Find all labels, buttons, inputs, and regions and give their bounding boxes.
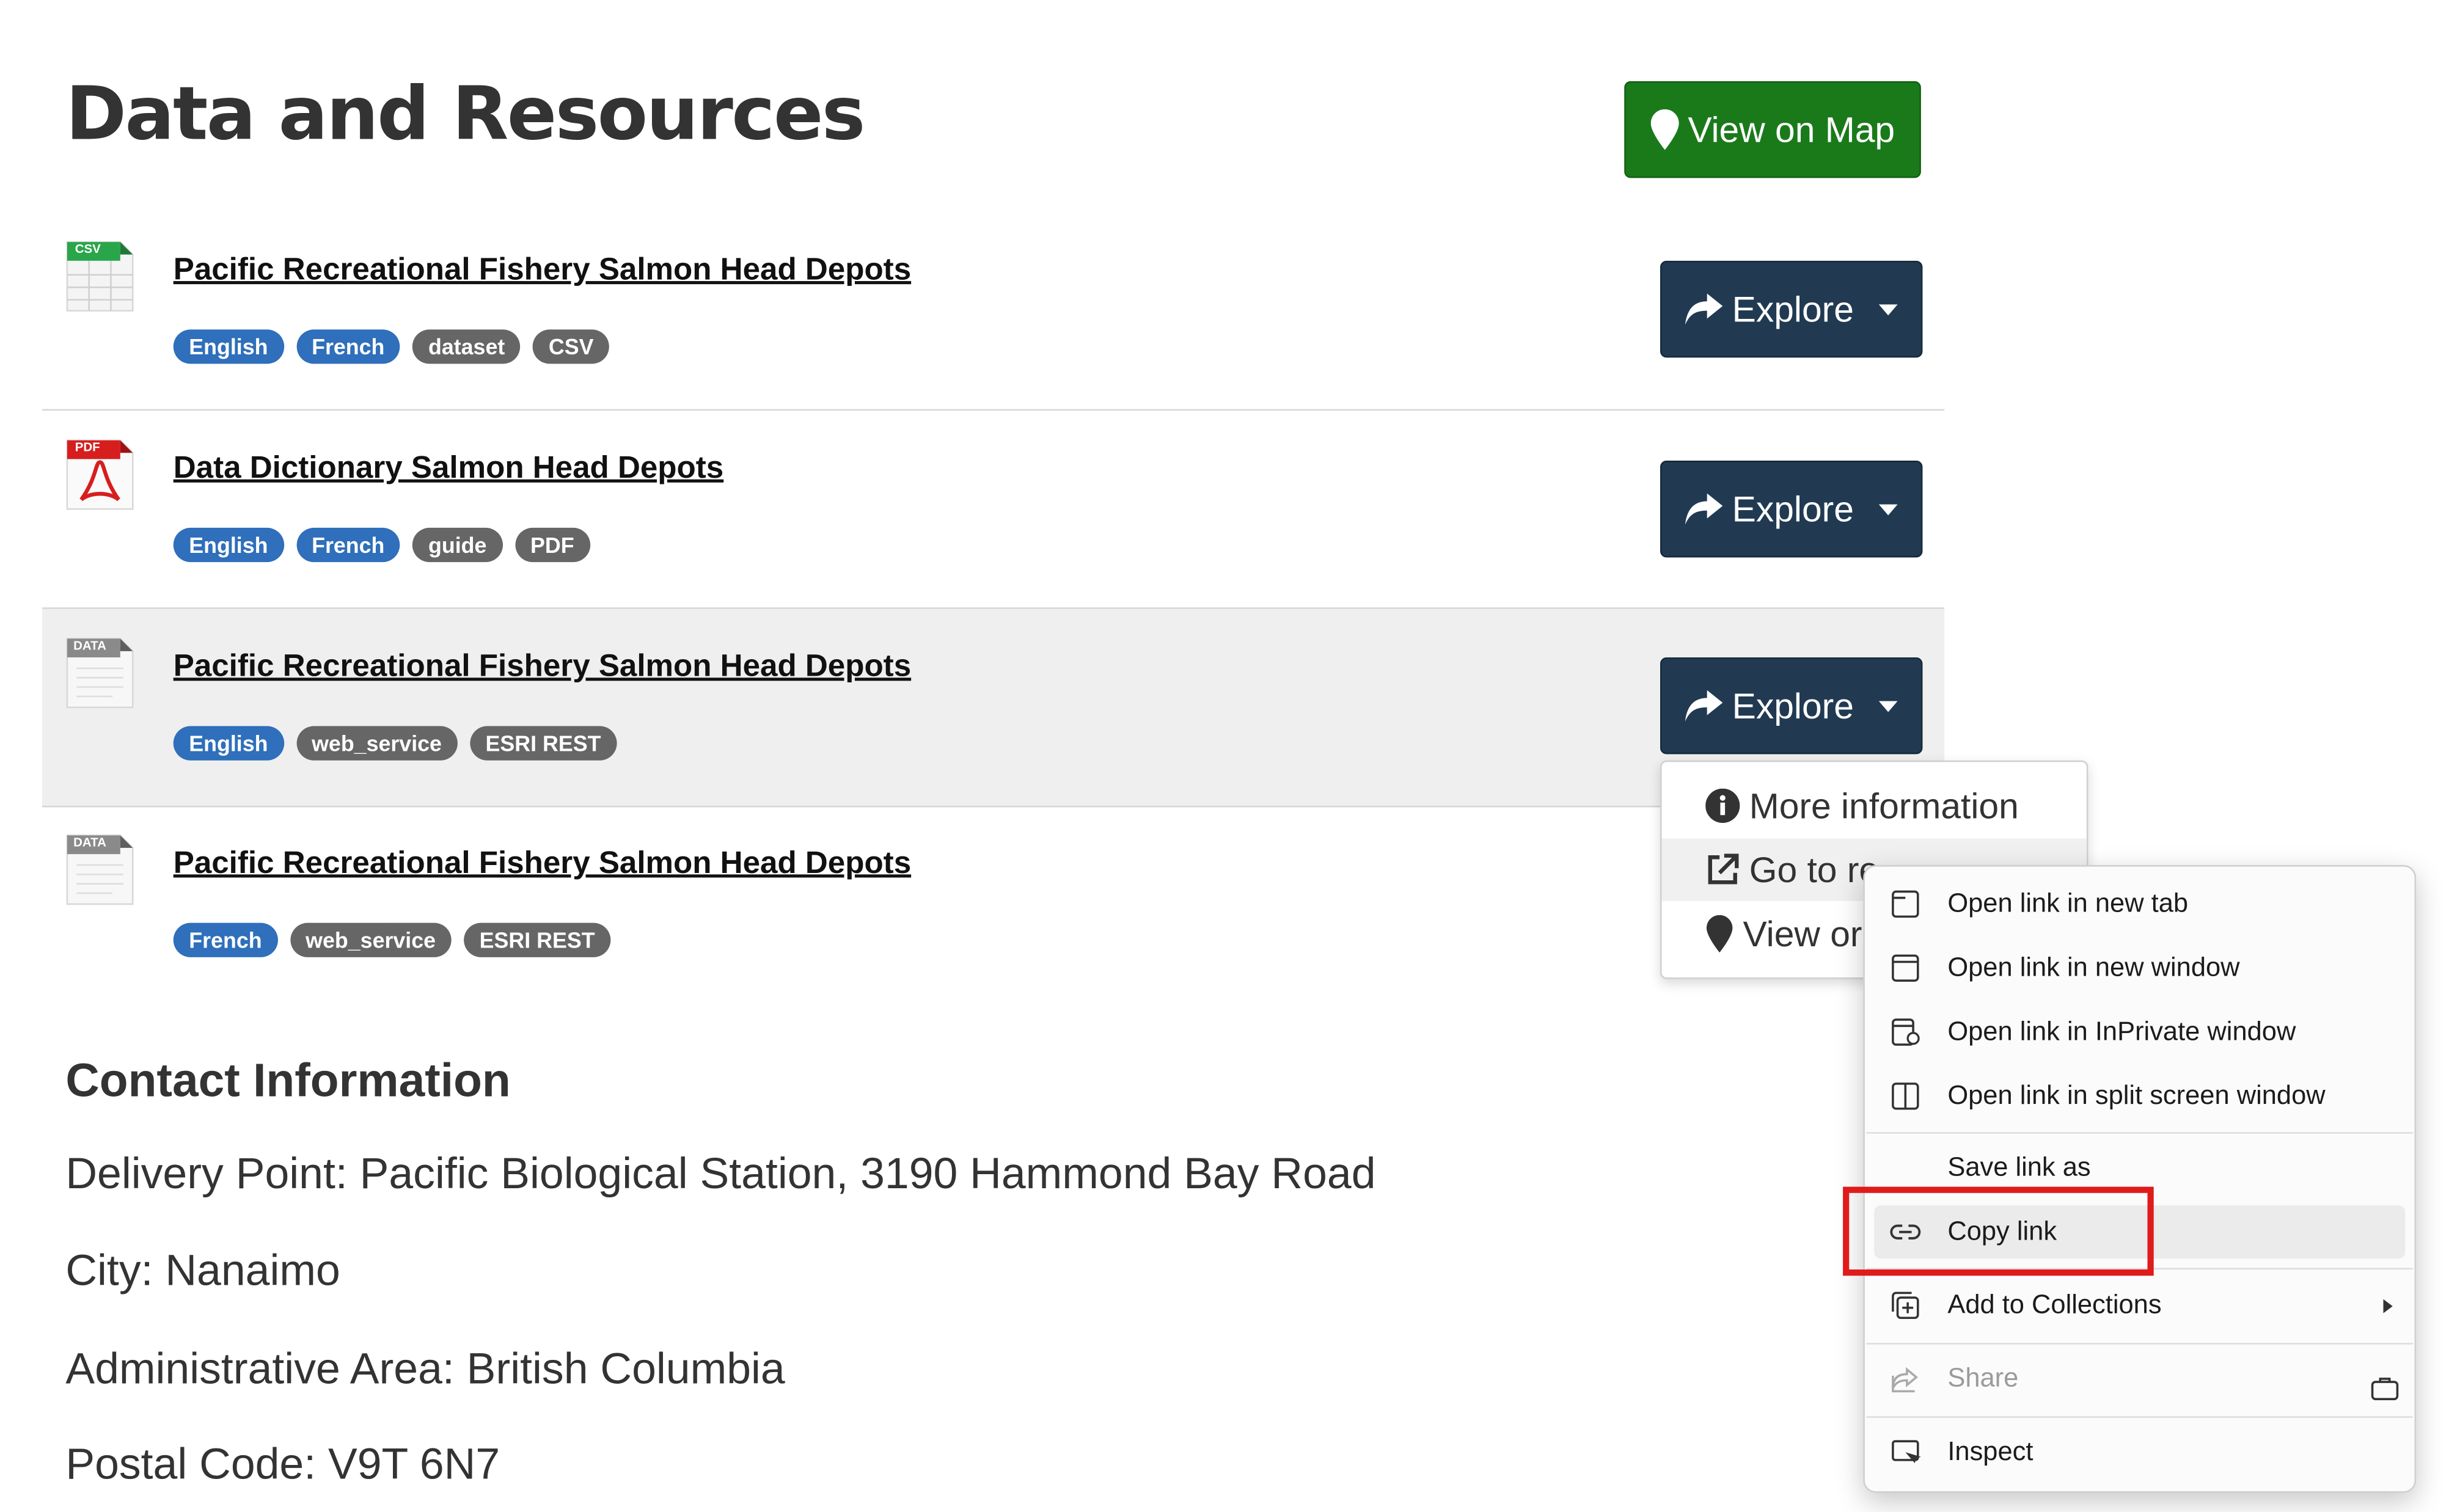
resource-link[interactable]: Pacific Recreational Fishery Salmon Head… (174, 846, 911, 882)
share-arrow-icon (1685, 493, 1723, 525)
badge-group: French web_service ESRI REST (173, 922, 611, 957)
data-file-icon: DATA (65, 834, 134, 906)
collections-icon (1892, 1291, 1919, 1320)
ctx-label: Add to Collections (1947, 1290, 2162, 1320)
badge-french: French (173, 922, 278, 957)
resource-item: PDF Data Dictionary Salmon Head Depots E… (42, 411, 1945, 609)
administrative-area: Administrative Area: British Columbia (65, 1344, 785, 1393)
ctx-label: Open link in split screen window (1947, 1080, 2326, 1111)
share-arrow-icon (1685, 690, 1723, 721)
map-marker-icon (1706, 915, 1733, 953)
ctx-open-new-tab[interactable]: Open link in new tab (1874, 877, 2405, 930)
ctx-label: Save link as (1947, 1152, 2091, 1182)
inspect-icon (1892, 1440, 1921, 1463)
badge-format: ESRI REST (469, 726, 617, 761)
share-icon (1892, 1367, 1919, 1393)
page-title: Data and Resources (65, 71, 865, 158)
page: Data and Resources View on Map CSV Pacif… (0, 0, 2449, 1511)
badge-type: dataset (412, 329, 521, 364)
badge-type: web_service (296, 726, 458, 761)
menu-item-label: View or (1743, 912, 1862, 954)
ctx-share: Share (1874, 1352, 2405, 1405)
caret-down-icon (1878, 700, 1898, 712)
pdf-icon-label: PDF (75, 440, 100, 455)
ctx-open-split-screen[interactable]: Open link in split screen window (1874, 1070, 2405, 1123)
pdf-file-icon: PDF (65, 439, 134, 511)
badge-english: English (173, 726, 284, 761)
explore-button[interactable]: Explore (1660, 260, 1923, 358)
view-on-map-button[interactable]: View on Map (1624, 81, 1921, 178)
ctx-label: Open link in InPrivate window (1947, 1016, 2296, 1046)
badge-french: French (296, 329, 400, 364)
info-circle-icon (1705, 788, 1740, 824)
ctx-divider (1866, 1416, 2414, 1418)
badge-english: English (173, 329, 284, 364)
badge-group: English web_service ESRI REST (173, 726, 617, 761)
briefcase-icon (2371, 1378, 2399, 1400)
ctx-divider (1866, 1343, 2414, 1345)
delivery-point: Delivery Point: Pacific Biological Stati… (65, 1149, 1376, 1198)
ctx-label: Inspect (1947, 1436, 2034, 1467)
ctx-open-inprivate[interactable]: Open link in InPrivate window (1874, 1006, 2405, 1059)
explore-label: Explore (1732, 684, 1854, 726)
window-icon (1892, 954, 1919, 982)
share-arrow-icon (1685, 293, 1723, 325)
browser-context-menu: Open link in new tab Open link in new wi… (1863, 865, 2417, 1493)
new-tab-icon (1892, 890, 1919, 918)
menu-item-label: Go to re (1749, 849, 1880, 889)
resource-item: DATA Pacific Recreational Fishery Salmon… (42, 806, 1944, 1004)
badge-format: PDF (514, 527, 590, 563)
ctx-label: Open link in new tab (1947, 888, 2189, 918)
menu-item-label: More information (1749, 784, 2019, 825)
ctx-label: Share (1947, 1363, 2019, 1393)
badge-format: ESRI REST (464, 922, 611, 957)
city: City: Nanaimo (65, 1246, 340, 1295)
data-icon-label: DATA (73, 638, 106, 653)
csv-file-icon: CSV (65, 241, 134, 313)
map-marker-icon (1650, 109, 1678, 150)
view-on-map-label: View on Map (1688, 108, 1895, 150)
resource-link[interactable]: Data Dictionary Salmon Head Depots (174, 451, 724, 488)
split-screen-icon (1892, 1083, 1919, 1110)
ctx-label: Open link in new window (1947, 952, 2240, 982)
badge-type: web_service (290, 922, 452, 957)
badge-english: English (173, 527, 284, 563)
explore-button[interactable]: Explore (1660, 657, 1923, 754)
explore-label: Explore (1732, 288, 1854, 329)
resource-item-active: DATA Pacific Recreational Fishery Salmon… (42, 608, 1945, 808)
badge-type: guide (412, 527, 502, 563)
resource-link[interactable]: Pacific Recreational Fishery Salmon Head… (174, 649, 911, 685)
csv-icon-label: CSV (75, 242, 101, 257)
ctx-open-new-window[interactable]: Open link in new window (1874, 941, 2405, 995)
contact-heading: Contact Information (65, 1055, 511, 1108)
caret-down-icon (1878, 304, 1898, 315)
external-link-icon (1708, 853, 1739, 885)
badge-french: French (296, 527, 400, 563)
caret-down-icon (1878, 503, 1898, 515)
data-icon-label: DATA (73, 835, 106, 850)
data-file-icon: DATA (65, 637, 134, 709)
submenu-arrow-icon (2383, 1299, 2393, 1313)
badge-group: English French dataset CSV (173, 329, 610, 364)
badge-format: CSV (533, 329, 610, 364)
explore-button[interactable]: Explore (1660, 461, 1923, 558)
inprivate-icon (1892, 1018, 1920, 1046)
badge-group: English French guide PDF (173, 527, 590, 563)
resource-link[interactable]: Pacific Recreational Fishery Salmon Head… (174, 253, 911, 289)
postal-code: Postal Code: V9T 6N7 (65, 1439, 500, 1488)
highlight-box (1843, 1186, 2154, 1276)
menu-item-more-information[interactable]: More information (1662, 775, 2087, 837)
ctx-divider (1866, 1132, 2414, 1134)
explore-label: Explore (1732, 488, 1854, 529)
resource-item: CSV Pacific Recreational Fishery Salmon … (42, 213, 1945, 411)
ctx-inspect[interactable]: Inspect (1874, 1426, 2405, 1479)
ctx-add-to-collections[interactable]: Add to Collections (1874, 1279, 2405, 1332)
